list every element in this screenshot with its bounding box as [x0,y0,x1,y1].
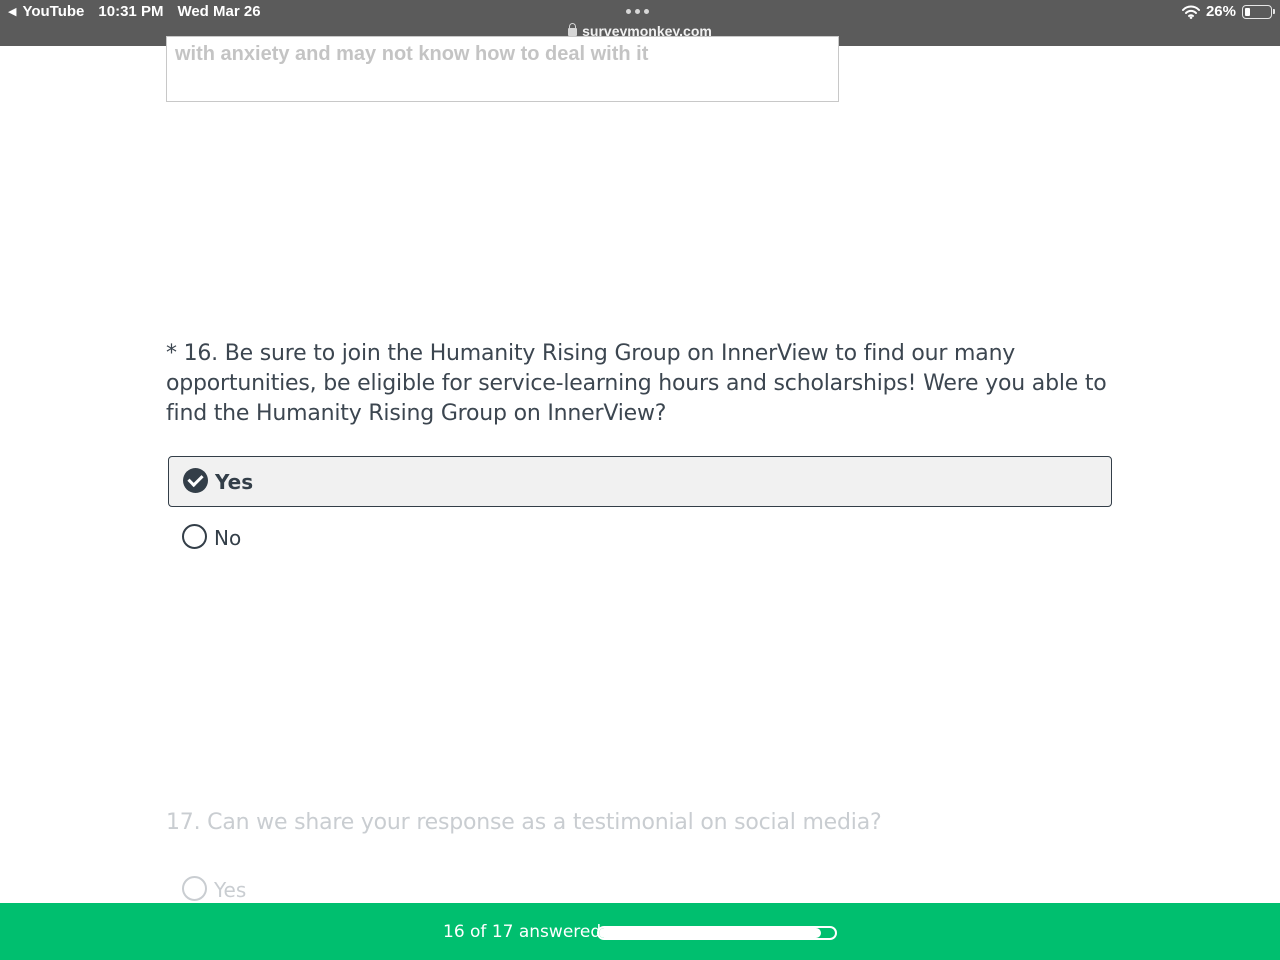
progress-footer: 16 of 17 answered [0,903,1280,960]
lock-icon [568,23,578,36]
back-to-app-icon[interactable]: ◀ [8,5,16,18]
q17-option-yes-label[interactable]: Yes [214,878,246,902]
wifi-icon [1181,5,1200,19]
q16-option-no-label[interactable]: No [214,526,241,550]
radio-unchecked-icon[interactable] [182,524,207,549]
radio-unchecked-icon[interactable] [182,876,207,901]
q16-option-no[interactable]: No [168,517,1112,557]
progress-bar [597,926,837,940]
multitasking-dots-icon[interactable] [626,9,649,14]
q16-option-yes[interactable]: Yes [168,456,1112,507]
progress-bar-fill [599,928,822,938]
status-right: 26% [1181,3,1275,20]
status-left: ◀ YouTube 10:31 PM Wed Mar 26 [8,3,261,20]
battery-icon [1242,4,1275,19]
previous-answer-text: with anxiety and may not know how to dea… [175,43,649,65]
status-time: 10:31 PM [98,3,164,20]
battery-percent: 26% [1205,3,1236,20]
q16-option-yes-label[interactable]: Yes [215,470,253,494]
radio-checked-icon[interactable] [183,468,208,493]
question-17-title: 17. Can we share your response as a test… [166,810,882,835]
previous-answer-textarea[interactable]: with anxiety and may not know how to dea… [166,36,839,102]
progress-text: 16 of 17 answered [443,922,602,942]
status-date: Wed Mar 26 [177,3,261,20]
question-16-title: * 16. Be sure to join the Humanity Risin… [166,341,1107,426]
back-app-label[interactable]: YouTube [22,3,84,20]
